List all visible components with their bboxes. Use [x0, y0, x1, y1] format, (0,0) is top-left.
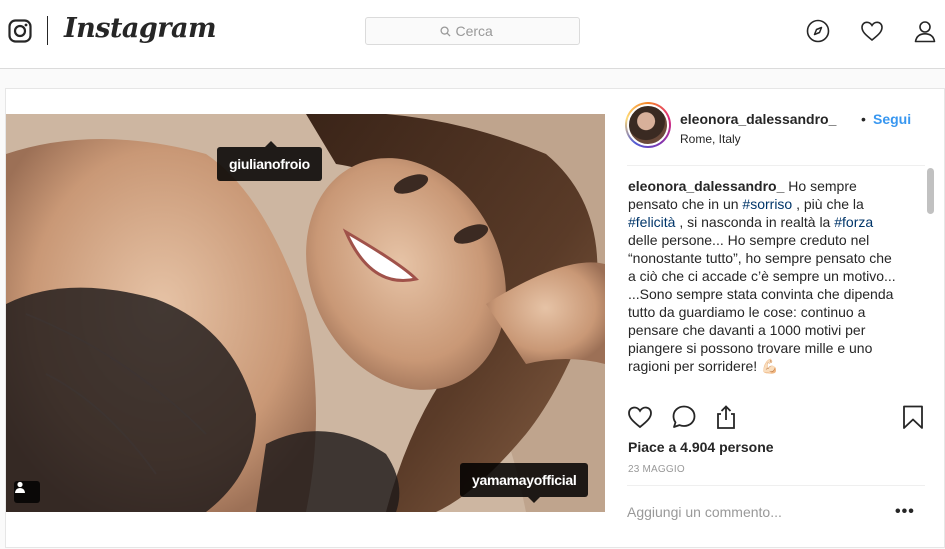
post-actions	[627, 404, 927, 434]
tag-arrow	[528, 497, 540, 503]
likes-count[interactable]: Piace a 4.904 persone	[628, 439, 774, 455]
post-date[interactable]: 23 MAGGIO	[628, 464, 685, 475]
tag-arrow	[265, 141, 277, 147]
header-divider	[627, 165, 925, 166]
search-input[interactable]	[455, 23, 506, 39]
hashtag-link[interactable]: #sorriso	[742, 196, 792, 212]
post-photo[interactable]: giulianofroio yamamayofficial	[6, 114, 605, 512]
post-username[interactable]: eleonora_dalessandro_	[680, 111, 836, 127]
caption-text: delle persone... Ho sempre creduto nel “…	[628, 232, 896, 284]
add-comment-input[interactable]	[627, 501, 887, 523]
search-box[interactable]	[365, 17, 580, 45]
caption-text: , più che la	[792, 196, 864, 212]
compass-icon[interactable]	[806, 19, 830, 43]
brand-divider	[47, 16, 48, 45]
caption-text: ...Sono sempre stata convinta che dipend…	[628, 286, 894, 374]
top-nav: Instagram	[0, 0, 945, 69]
more-options-button[interactable]: •••	[895, 503, 915, 521]
heart-icon[interactable]	[860, 19, 884, 43]
comment-divider	[627, 485, 925, 486]
header-separator: •	[861, 111, 866, 127]
post-card: giulianofroio yamamayofficial eleonora_d…	[5, 88, 945, 548]
share-icon[interactable]	[713, 404, 739, 430]
bookmark-icon[interactable]	[900, 404, 926, 430]
profile-icon[interactable]	[913, 19, 937, 43]
hashtag-link[interactable]: #felicità	[628, 214, 675, 230]
like-heart-icon[interactable]	[627, 404, 653, 430]
instagram-wordmark[interactable]: Instagram	[64, 13, 217, 44]
photo-tag-yamamayofficial[interactable]: yamamayofficial	[460, 463, 589, 503]
caption-username[interactable]: eleonora_dalessandro_	[628, 178, 784, 194]
photo-tag-giulianofroio[interactable]: giulianofroio	[217, 141, 322, 181]
post-header: eleonora_dalessandro_ • Segui Rome, Ital…	[625, 102, 925, 154]
person-icon	[15, 481, 25, 493]
avatar-image	[627, 104, 669, 146]
instagram-camera-icon[interactable]	[8, 19, 32, 43]
tagged-users-button[interactable]	[14, 481, 40, 503]
caption-text: , si nasconda in realtà la	[675, 214, 835, 230]
tag-label: giulianofroio	[229, 156, 310, 172]
tag-label: yamamayofficial	[472, 472, 577, 488]
post-caption: eleonora_dalessandro_ Ho sempre pensato …	[628, 177, 898, 395]
follow-button[interactable]: Segui	[873, 111, 911, 127]
post-location[interactable]: Rome, Italy	[680, 132, 741, 146]
caption-scrollbar[interactable]	[927, 168, 934, 214]
hashtag-link[interactable]: #forza	[834, 214, 873, 230]
avatar[interactable]	[625, 102, 671, 148]
post-sidebar: eleonora_dalessandro_ • Segui Rome, Ital…	[605, 89, 945, 549]
comment-bubble-icon[interactable]	[671, 404, 697, 430]
search-icon	[439, 25, 451, 37]
